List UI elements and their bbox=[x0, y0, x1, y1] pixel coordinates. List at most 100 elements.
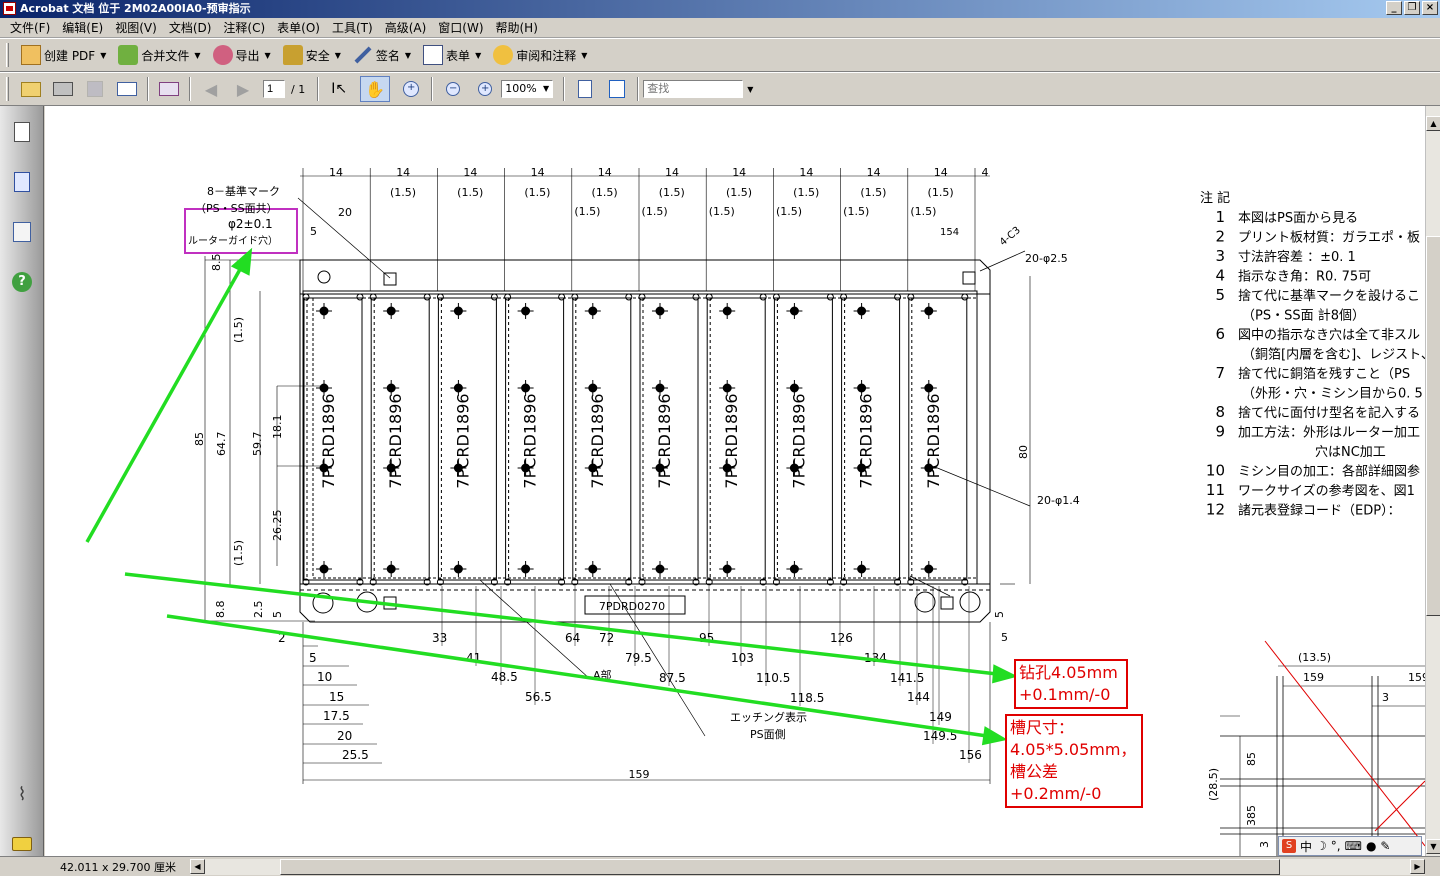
zoom-level-select[interactable]: 100% ▼ bbox=[501, 80, 554, 98]
scroll-down-button[interactable]: ▼ bbox=[1426, 839, 1440, 854]
combine-files-label: 合并文件 bbox=[141, 48, 190, 63]
combine-files-button[interactable]: 合并文件 ▼ bbox=[112, 41, 206, 69]
help-button[interactable]: ? bbox=[10, 270, 34, 294]
minimize-button[interactable]: _ bbox=[1386, 1, 1402, 15]
security-label: 安全 bbox=[305, 48, 330, 63]
pages-panel-button[interactable] bbox=[10, 120, 34, 144]
menu-help[interactable]: 帮助(H) bbox=[490, 18, 544, 38]
note-text: 図中の指示なき穴は全て非スル bbox=[1238, 327, 1420, 343]
organizer-icon[interactable] bbox=[158, 78, 180, 100]
previous-page-icon[interactable]: ◀ bbox=[200, 78, 222, 100]
wrench-icon[interactable]: ✎ bbox=[1380, 839, 1390, 853]
page-number-input[interactable] bbox=[263, 80, 285, 98]
zoom-out-icon[interactable]: − bbox=[442, 78, 464, 100]
zoom-level-value: 100% bbox=[505, 82, 537, 95]
review-comment-button[interactable]: 审阅和注释 ▼ bbox=[487, 41, 593, 69]
print-icon[interactable] bbox=[52, 78, 74, 100]
next-page-icon[interactable]: ▶ bbox=[232, 78, 254, 100]
help-icon: ? bbox=[12, 272, 32, 292]
vertical-scrollbar[interactable]: ▲ ▼ bbox=[1425, 106, 1440, 856]
drill-annotation[interactable]: 钻孔4.05mm +0.1mm/-0 bbox=[1014, 659, 1128, 709]
open-folder-icon[interactable] bbox=[20, 78, 42, 100]
sign-button[interactable]: 签名 ▼ bbox=[347, 41, 417, 69]
find-input[interactable] bbox=[643, 80, 744, 98]
security-button[interactable]: 安全 ▼ bbox=[277, 41, 347, 69]
forms-button[interactable]: 表单 ▼ bbox=[417, 41, 487, 69]
document-page[interactable]: 7PCRD1896 7PCRD1896 7PCRD1896 7PCRD1896 7PCR… bbox=[45, 106, 1425, 856]
dim-bottom-left: 5 bbox=[309, 651, 317, 665]
fit-width-icon[interactable] bbox=[574, 78, 596, 100]
dim-pitch: 14 bbox=[665, 166, 679, 179]
note-number: 2 bbox=[1215, 228, 1225, 246]
restore-button[interactable]: ❐ bbox=[1404, 1, 1420, 15]
note-text: 寸法許容差 ：±0. 1 bbox=[1238, 249, 1356, 265]
horizontal-scrollbar[interactable]: ◀ ▶ bbox=[190, 859, 1425, 875]
slot-annotation[interactable]: 槽尺寸： 4.05*5.05mm， 槽公差 +0.2mm/-0 bbox=[1005, 714, 1143, 808]
perforation-hole bbox=[436, 293, 444, 301]
vertical-scroll-thumb[interactable] bbox=[1426, 236, 1440, 616]
reference-mark bbox=[940, 596, 954, 610]
ime-toolbar[interactable]: S 中 ☽ °, ⌨ ● ✎ bbox=[1278, 836, 1422, 856]
attachments-panel-button[interactable]: ⌇ bbox=[10, 782, 34, 806]
status-bar: 42.011 x 29.700 厘米 ◀ ▶ bbox=[0, 856, 1440, 876]
user-icon[interactable]: ● bbox=[1366, 839, 1376, 853]
menu-file[interactable]: 文件(F) bbox=[4, 18, 56, 38]
comments-panel-button[interactable] bbox=[10, 832, 34, 856]
menu-advanced[interactable]: 高级(A) bbox=[379, 18, 433, 38]
dim-pitch: 14 bbox=[598, 166, 612, 179]
dim-left-1-5b: (1.5) bbox=[232, 540, 245, 566]
perforation-hole bbox=[356, 293, 364, 301]
dim-gap-2: (1.5) bbox=[910, 205, 936, 218]
moon-icon[interactable]: ☽ bbox=[1316, 839, 1327, 853]
perforation-hole bbox=[490, 293, 498, 301]
keyboard-icon[interactable]: ⌨ bbox=[1345, 839, 1362, 853]
horizontal-scroll-thumb[interactable] bbox=[280, 859, 1280, 875]
note-text: プリント板材質：ガラエポ・板 bbox=[1238, 231, 1420, 246]
menu-comments[interactable]: 注释(C) bbox=[217, 18, 271, 38]
window-title: Acrobat 文档 位于 2M02A00IA0-预审指示 bbox=[20, 2, 251, 15]
menu-window[interactable]: 窗口(W) bbox=[432, 18, 489, 38]
select-cursor-icon[interactable]: I↖ bbox=[328, 78, 350, 100]
save-icon[interactable] bbox=[84, 78, 106, 100]
scroll-up-button[interactable]: ▲ bbox=[1426, 116, 1440, 131]
zoom-in-icon[interactable]: + bbox=[474, 78, 496, 100]
toolbar-separator bbox=[147, 77, 149, 101]
export-button[interactable]: 导出 ▼ bbox=[207, 41, 277, 69]
find-dropdown-icon[interactable]: ▼ bbox=[747, 85, 753, 94]
scroll-right-button[interactable]: ▶ bbox=[1410, 859, 1425, 874]
review-label: 审阅和注释 bbox=[516, 48, 577, 63]
toolbar-grip[interactable] bbox=[6, 43, 9, 67]
title-bar: Acrobat 文档 位于 2M02A00IA0-预审指示 _ ❐ × bbox=[0, 0, 1440, 18]
scroll-left-button[interactable]: ◀ bbox=[190, 859, 205, 874]
menu-document[interactable]: 文档(D) bbox=[163, 18, 218, 38]
form-icon bbox=[423, 45, 444, 65]
toolbar-grip[interactable] bbox=[6, 77, 9, 101]
hole-spec-14: 20-φ1.4 bbox=[1037, 494, 1080, 507]
part-label: 7PCRD1896 bbox=[453, 393, 472, 488]
dim-left-18-1: 18.1 bbox=[271, 415, 284, 440]
perforation-hole bbox=[759, 293, 767, 301]
signatures-panel-button[interactable] bbox=[10, 220, 34, 244]
hand-tool-icon[interactable]: ✋ bbox=[360, 76, 391, 102]
dim-gap: (1.5) bbox=[457, 186, 483, 199]
dropdown-caret-icon: ▼ bbox=[475, 50, 482, 60]
ime-mode-label[interactable]: 中 bbox=[1300, 838, 1312, 855]
menu-edit[interactable]: 编辑(E) bbox=[56, 18, 109, 38]
zoom-tool-icon[interactable]: + bbox=[400, 78, 422, 100]
perforation-hole bbox=[826, 293, 834, 301]
email-icon[interactable] bbox=[116, 78, 138, 100]
menu-tools[interactable]: 工具(T) bbox=[326, 18, 379, 38]
close-button[interactable]: × bbox=[1422, 1, 1438, 15]
guide-hole bbox=[959, 591, 981, 613]
menu-view[interactable]: 视图(V) bbox=[109, 18, 163, 38]
toolbar-separator bbox=[563, 77, 566, 101]
note-number: 5 bbox=[1215, 286, 1225, 304]
dim-154: 154 bbox=[940, 227, 959, 238]
create-pdf-button[interactable]: 创建 PDF ▼ bbox=[15, 41, 112, 69]
bookmarks-panel-button[interactable] bbox=[10, 170, 34, 194]
export-label: 导出 bbox=[235, 48, 260, 63]
fit-page-icon[interactable] bbox=[606, 78, 628, 100]
dropdown-caret-icon: ▼ bbox=[543, 84, 550, 93]
menu-forms[interactable]: 表单(O) bbox=[271, 18, 326, 38]
punctuation-icon[interactable]: °, bbox=[1331, 839, 1341, 853]
